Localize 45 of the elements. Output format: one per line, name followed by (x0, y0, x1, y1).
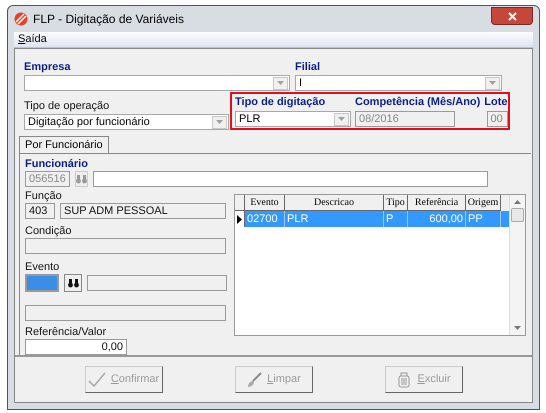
scroll-down-icon[interactable] (514, 326, 521, 330)
brush-icon (246, 372, 262, 388)
field-label: Funcionário (25, 157, 89, 171)
event-code-field[interactable] (25, 274, 59, 292)
field-label: Tipo de operação (24, 100, 110, 113)
function-code-field[interactable]: 403 (25, 203, 55, 219)
field-label: Condição (25, 225, 72, 238)
operation-dropdown[interactable]: Digitação por funcionário (24, 114, 229, 130)
row-pointer-icon (237, 214, 242, 224)
table-cell: 02700 (245, 211, 285, 227)
table-cell: PP (466, 211, 501, 227)
window-title: FLP - Digitação de Variáveis (33, 11, 185, 28)
function-name-field[interactable]: SUP ADM PESSOAL (60, 203, 226, 219)
field-label: Evento (25, 261, 60, 274)
filial-dropdown[interactable]: I (295, 75, 502, 91)
table-cell: PLR (285, 211, 384, 227)
scroll-up-icon[interactable] (514, 200, 521, 204)
field-label: Lote (484, 95, 508, 109)
close-button[interactable] (491, 7, 533, 25)
scrollbar-thumb[interactable] (511, 208, 524, 222)
binoculars-icon (76, 174, 87, 184)
table-cell: P (384, 211, 408, 227)
app-logo-icon (14, 12, 28, 26)
employee-name-field[interactable] (92, 171, 488, 187)
binoculars-search-button[interactable] (64, 274, 82, 292)
close-icon (508, 12, 516, 20)
binoculars-icon (68, 278, 78, 288)
empresa-dropdown[interactable] (24, 75, 290, 91)
table-cell: 600,00 (408, 211, 466, 227)
field-label: Função (25, 190, 63, 203)
event-description-field[interactable] (25, 305, 226, 321)
field-label: Tipo de digitação (235, 95, 326, 109)
event-name-field[interactable] (87, 275, 227, 291)
field-label: Competência (Mês/Ano) (355, 95, 480, 109)
field-label: Empresa (24, 60, 72, 74)
field-label: Referência/Valor (25, 326, 108, 339)
checkmark-icon (88, 372, 106, 388)
menu-item[interactable]: Saída (18, 31, 47, 48)
entry-type-dropdown[interactable]: PLR (235, 111, 351, 127)
condition-field[interactable] (25, 238, 226, 254)
value-field[interactable]: 0,00 (25, 339, 127, 355)
trash-icon (396, 372, 412, 388)
field-label: Filial (295, 60, 322, 74)
tab[interactable]: Por Funcionário (19, 136, 109, 153)
scrollbar[interactable] (509, 195, 525, 335)
